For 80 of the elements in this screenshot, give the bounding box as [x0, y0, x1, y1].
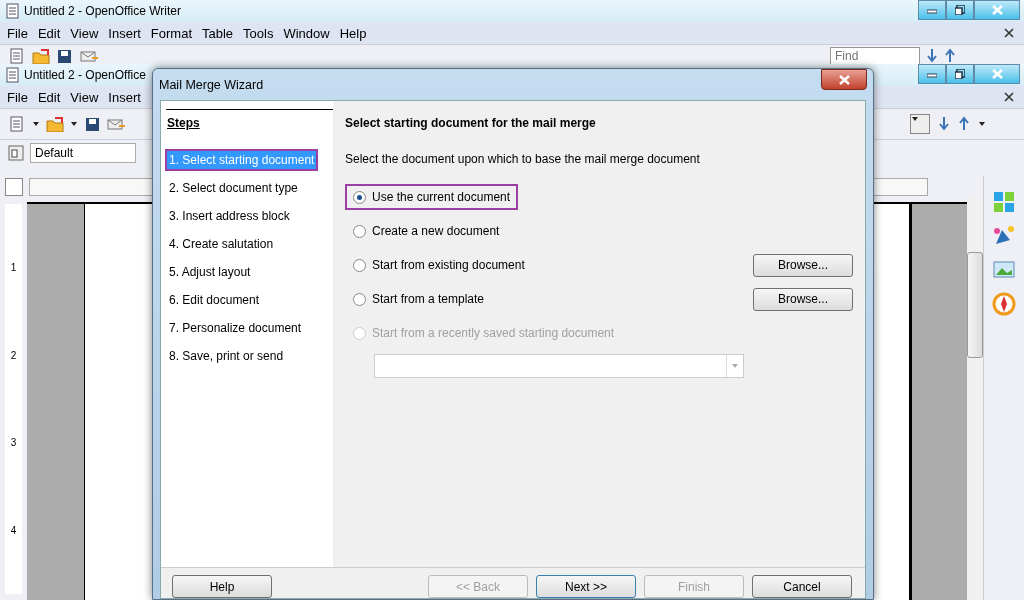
- menu-item[interactable]: Table: [197, 25, 239, 41]
- menu-item[interactable]: Edit: [32, 89, 66, 105]
- menu-item[interactable]: Insert: [103, 89, 146, 105]
- tab-stop-button[interactable]: [5, 178, 23, 196]
- maximize-button[interactable]: [946, 64, 974, 84]
- restore-icon: [955, 5, 965, 15]
- scrollbar-thumb[interactable]: [967, 252, 983, 358]
- step-item[interactable]: 3. Insert address block: [165, 205, 294, 227]
- up-arrow-icon[interactable]: [958, 116, 970, 132]
- dropdown-button[interactable]: [910, 114, 930, 134]
- ruler-number: 3: [10, 437, 17, 449]
- new-document-icon[interactable]: [8, 48, 26, 64]
- maximize-button[interactable]: [946, 0, 974, 20]
- menu-item[interactable]: Window: [278, 25, 335, 41]
- menu-item[interactable]: Tools: [238, 25, 279, 41]
- folder-icon[interactable]: [32, 48, 50, 64]
- menu-item[interactable]: Help: [334, 25, 372, 41]
- down-arrow-icon[interactable]: [938, 116, 950, 132]
- mail-icon[interactable]: [107, 116, 125, 132]
- close-icon[interactable]: [1004, 28, 1014, 38]
- up-arrow-icon[interactable]: [944, 48, 956, 64]
- vertical-scrollbar[interactable]: [967, 198, 983, 600]
- radio-option[interactable]: Create a new document: [345, 218, 508, 244]
- step-item[interactable]: 7. Personalize document: [165, 317, 306, 339]
- dialog-button[interactable]: Next >>: [536, 575, 636, 598]
- dialog-button: << Back: [428, 575, 528, 598]
- menu-item[interactable]: Format: [145, 25, 197, 41]
- close-icon: [991, 69, 1003, 79]
- window-title: Untitled 2 - OpenOffice: [24, 68, 146, 82]
- steps-heading: Steps: [167, 116, 201, 130]
- radio-option: Start from a recently saved starting document: [345, 320, 623, 346]
- caret-icon: [731, 362, 739, 370]
- down-arrow-icon[interactable]: [926, 48, 938, 64]
- step-item[interactable]: 4. Create salutation: [165, 233, 278, 255]
- new-document-icon[interactable]: [8, 116, 26, 132]
- dialog-button[interactable]: Help: [172, 575, 272, 598]
- dialog-button[interactable]: Cancel: [752, 575, 852, 598]
- step-item[interactable]: 6. Edit document: [165, 289, 264, 311]
- radio-option[interactable]: Start from a template: [345, 286, 493, 312]
- caret-icon[interactable]: [978, 120, 986, 128]
- step-item[interactable]: 5. Adjust layout: [165, 261, 255, 283]
- style-field[interactable]: Default: [30, 143, 136, 163]
- minimize-icon: [927, 6, 937, 14]
- close-icon: [838, 74, 850, 85]
- dialog-title: Mail Merge Wizard: [159, 78, 264, 92]
- menu-item[interactable]: Insert: [103, 25, 146, 41]
- folder-icon[interactable]: [46, 116, 64, 132]
- caret-icon[interactable]: [32, 120, 40, 128]
- step-item[interactable]: 8. Save, print or send: [165, 345, 288, 367]
- document-icon: [4, 67, 20, 83]
- save-icon[interactable]: [56, 48, 74, 64]
- document-icon: [4, 3, 20, 19]
- menu-item[interactable]: File: [2, 25, 33, 41]
- window-title: Untitled 2 - OpenOffice Writer: [24, 4, 181, 18]
- instruction-text: Select the document upon which to base the mail merge document: [345, 152, 701, 166]
- minimize-icon: [927, 70, 937, 78]
- ruler-number: 2: [10, 349, 17, 361]
- caret-icon: [911, 115, 919, 123]
- save-icon[interactable]: [84, 115, 101, 133]
- search-field[interactable]: Find: [830, 47, 920, 65]
- ruler-number: 1: [10, 262, 17, 274]
- step-item[interactable]: 2. Select document type: [165, 177, 302, 199]
- ruler-number: 4: [10, 524, 17, 536]
- menu-item[interactable]: View: [65, 89, 104, 105]
- close-icon[interactable]: [1004, 92, 1014, 102]
- section-heading: Select starting document for the mail merge: [345, 116, 597, 130]
- dialog-button: Finish: [644, 575, 744, 598]
- menu-item[interactable]: View: [65, 25, 104, 41]
- radio-option[interactable]: Start from existing document: [345, 252, 533, 278]
- close-icon: [991, 5, 1003, 15]
- restore-icon: [955, 69, 965, 79]
- mail-icon[interactable]: [80, 48, 98, 64]
- menu-item[interactable]: Edit: [32, 25, 66, 41]
- menu-item[interactable]: File: [2, 89, 33, 105]
- browse-button[interactable]: Browse...: [753, 287, 853, 311]
- close-button[interactable]: [821, 69, 867, 90]
- caret-icon[interactable]: [70, 120, 78, 128]
- browse-button[interactable]: Browse...: [753, 253, 853, 277]
- compass-icon[interactable]: [992, 292, 1016, 316]
- radio-option[interactable]: Use the current document: [345, 184, 519, 210]
